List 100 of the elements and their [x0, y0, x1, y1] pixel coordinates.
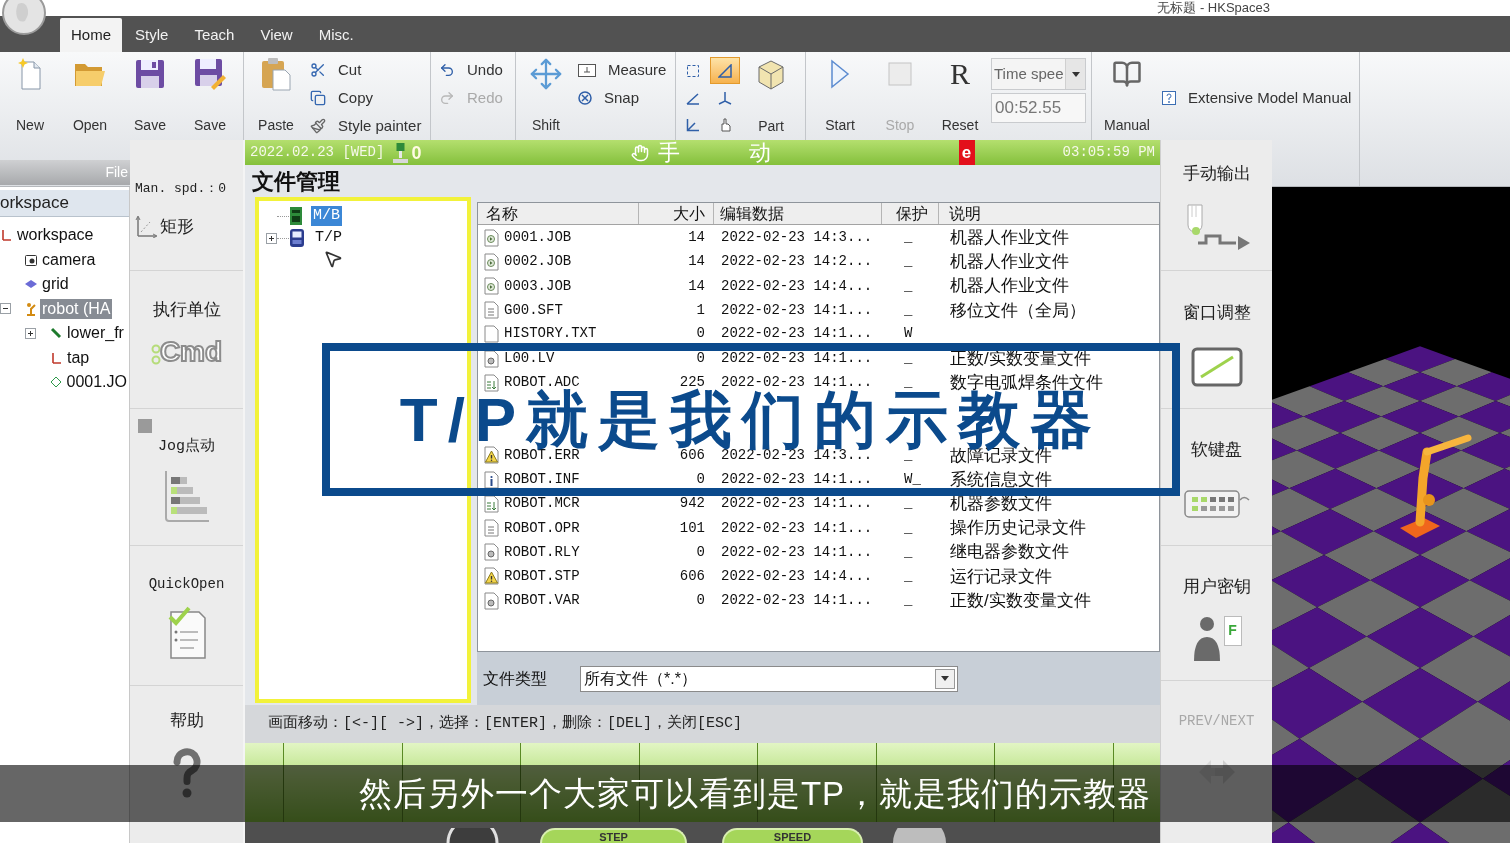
box-icon [756, 59, 786, 91]
speed-readout: Man. spd.：0 [135, 182, 227, 196]
file-description: 正数/实数变量文件 [950, 589, 1091, 612]
file-date: 2022-02-23 14:1... [721, 349, 873, 369]
antenna-icon [393, 142, 409, 163]
column-header[interactable]: 编辑数据 [714, 203, 882, 224]
protection-text: _ [904, 276, 913, 296]
angle-icon [686, 90, 700, 105]
teach-pendant-icon [289, 228, 305, 248]
file-size: 0 [696, 591, 705, 611]
side-menu-button[interactable]: 矩形 [135, 214, 243, 240]
file-type-select[interactable]: 所有文件（*.*） [580, 665, 958, 692]
protection-text: _ [904, 518, 913, 538]
dropdown-arrow-icon [941, 676, 949, 681]
ribbon-button[interactable]: Part [740, 57, 802, 135]
column-header[interactable]: 说明 [939, 203, 1159, 224]
group-label: File [105, 163, 128, 182]
tree-item[interactable]: M/B [311, 206, 342, 226]
file-description: 机器人作业文件 [950, 251, 1069, 274]
expand-icon[interactable] [25, 327, 36, 339]
side-menu-button[interactable]: QuickOpen [130, 545, 243, 685]
new-document-icon [17, 58, 43, 90]
tree-item[interactable]: T/P [313, 228, 344, 248]
file-name: HISTORY.TXT [504, 324, 597, 344]
ribbon-tab[interactable]: View [247, 18, 306, 52]
tree-item[interactable]: 0001.JO [64, 372, 129, 393]
collapse-icon[interactable] [0, 303, 11, 315]
ribbon-button[interactable]: Save [120, 56, 180, 134]
scissors-icon [310, 62, 326, 78]
tree-item[interactable]: tap [65, 347, 92, 368]
stop-icon [888, 62, 912, 86]
file-description: 移位文件（全局） [950, 299, 1086, 322]
file-name: ROBOT.VAR [504, 591, 580, 611]
ribbon-button[interactable]: Save [180, 56, 240, 134]
control-button[interactable]: STEP [540, 828, 687, 843]
ribbon-button[interactable]: Copy [310, 84, 422, 112]
ribbon-button[interactable]: Paste [244, 56, 308, 134]
ribbon-tab[interactable]: Home [60, 18, 122, 52]
side-menu-button[interactable]: 窗口调整 [1161, 270, 1272, 408]
protection-text: _ [904, 373, 913, 392]
book-icon [1112, 59, 1142, 89]
clipboard-icon [261, 57, 291, 91]
softkey-button[interactable] [245, 743, 284, 822]
ribbon-button[interactable]: Style painter [310, 112, 422, 140]
ribbon-button[interactable]: Measure [578, 56, 667, 84]
column-header[interactable]: 名称 [478, 203, 639, 224]
expand-icon[interactable] [266, 232, 277, 244]
help-document-icon [1162, 91, 1176, 105]
ribbon-button[interactable]: Snap [578, 84, 667, 112]
file-date: 2022-02-23 14:1... [721, 591, 873, 611]
mode-label: 手 动 [658, 141, 771, 164]
ribbon-tab[interactable]: Style [122, 18, 182, 52]
file-type-label: 文件类型 [483, 668, 547, 689]
axis-icon [0, 229, 12, 242]
ribbon-button[interactable]: Manual [1092, 56, 1162, 134]
view-tool-button[interactable] [710, 57, 740, 84]
diamond-outline-icon [49, 376, 62, 389]
tree-item[interactable]: camera [40, 249, 98, 270]
file-date: 2022-02-23 14:2... [721, 252, 873, 272]
side-menu-button[interactable]: 软键盘 [1161, 408, 1272, 545]
softkey-button[interactable] [1114, 743, 1160, 822]
ribbon-button[interactable]: R Reset [930, 56, 990, 134]
side-menu-button[interactable]: 执行单位 Cmd [130, 270, 243, 408]
ribbon-button[interactable]: Start [810, 56, 870, 134]
ribbon-button[interactable]: Extensive Model Manual [1162, 84, 1352, 112]
side-menu-button[interactable]: 用户密钥 F [1161, 545, 1272, 680]
control-button[interactable]: SPEED [722, 828, 863, 843]
ribbon-button[interactable]: New [0, 56, 60, 134]
app-logo-icon[interactable] [1, 0, 47, 36]
tree-item[interactable]: workspace [15, 225, 96, 246]
time-field[interactable]: 00:52.55 [991, 93, 1086, 123]
side-menu-button[interactable]: Jog点动 [130, 408, 243, 545]
ribbon-button[interactable]: Shift [516, 56, 576, 134]
protection-text: _ [904, 591, 913, 611]
copy-icon [310, 90, 326, 106]
side-menu-button[interactable]: 手动输出 [1161, 140, 1272, 270]
bar-chart-icon [163, 469, 210, 523]
hand-icon [631, 143, 650, 162]
side-menu-button[interactable]: 帮助 [130, 685, 243, 843]
file-size: 14 [688, 276, 705, 296]
ribbon-button[interactable]: Cut [310, 56, 422, 84]
file-name: ROBOT.RLY [504, 542, 580, 562]
snap-icon [578, 91, 592, 105]
ribbon-button[interactable]: Open [60, 56, 120, 134]
link-icon [50, 327, 62, 340]
column-header[interactable]: 保护 [882, 203, 939, 224]
job-file-icon [484, 252, 499, 271]
tree-item[interactable]: lower_fr [65, 323, 126, 344]
window-title: 无标题 - HKSpace3 [1157, 0, 1270, 16]
data-file-icon [484, 543, 499, 562]
tree-item[interactable]: grid [40, 274, 71, 295]
ribbon-tab[interactable]: Misc. [305, 18, 367, 52]
ribbon-button[interactable]: Undo [439, 56, 515, 84]
column-header[interactable]: 大小 [639, 203, 714, 224]
time-speed-dropdown[interactable]: Time spee [991, 58, 1086, 90]
ribbon-tab[interactable]: Teach [181, 18, 248, 52]
file-date: 2022-02-23 14:1... [721, 542, 873, 562]
window-resize-icon [1190, 346, 1243, 387]
file-name: ROBOT.MCR [504, 494, 580, 514]
file-size: 0 [696, 542, 705, 562]
